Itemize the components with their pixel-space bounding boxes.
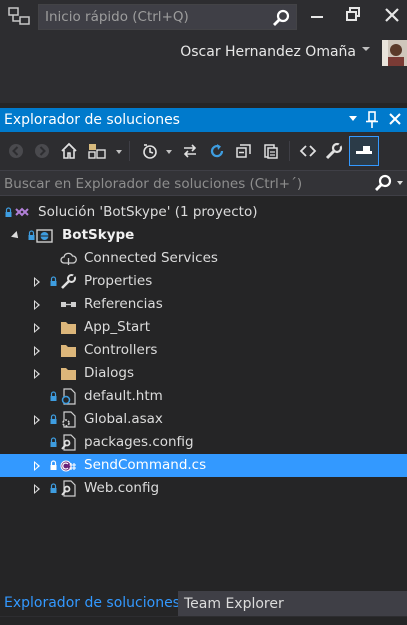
references-icon <box>61 302 76 307</box>
tree-item[interactable]: Controllers <box>0 339 407 362</box>
config-file-icon <box>61 480 76 497</box>
refresh-icon[interactable] <box>206 140 228 162</box>
tree-item[interactable]: Web.config <box>0 477 407 500</box>
tree-item[interactable]: Referencias <box>0 293 407 316</box>
tree-item[interactable]: Connected Services <box>0 247 407 270</box>
lock-icon <box>50 276 57 286</box>
tree-item-label: BotSkype <box>62 227 135 243</box>
toolbar-separator <box>129 141 130 161</box>
quick-launch-input[interactable] <box>45 8 260 26</box>
pin-icon[interactable] <box>365 111 379 129</box>
collapse-all-icon[interactable] <box>233 140 255 162</box>
wrench-icon <box>61 274 76 289</box>
solution-icon <box>15 207 29 217</box>
lock-icon <box>50 460 57 470</box>
tree-item[interactable]: default.htm <box>0 385 407 408</box>
web-project-icon <box>36 229 53 243</box>
panel-header: Explorador de soluciones <box>0 108 407 132</box>
close-panel-icon[interactable] <box>388 112 402 126</box>
back-icon[interactable] <box>5 140 27 162</box>
collapsed-arrow-icon[interactable] <box>34 346 40 356</box>
collapsed-arrow-icon[interactable] <box>34 300 40 310</box>
tree-item-label: default.htm <box>84 388 163 404</box>
folder-icon <box>61 345 76 357</box>
tree-item-label: Properties <box>84 273 153 289</box>
collapsed-arrow-icon[interactable] <box>34 461 40 471</box>
tree-item-label: Referencias <box>84 296 163 312</box>
vs-feedback-icon[interactable] <box>8 7 30 27</box>
tree-item[interactable]: Dialogs <box>0 362 407 385</box>
switch-views-icon[interactable] <box>86 140 108 162</box>
restore-button[interactable] <box>344 6 362 24</box>
lock-icon <box>5 207 12 217</box>
tab-solution-explorer[interactable]: Explorador de soluciones <box>0 591 184 616</box>
lock-icon <box>50 414 57 424</box>
collapsed-arrow-icon[interactable] <box>34 369 40 379</box>
tab-team-explorer[interactable]: Team Explorer <box>178 591 407 616</box>
tree-item-project[interactable]: BotSkype <box>0 224 407 247</box>
tree-item[interactable]: Properties <box>0 270 407 293</box>
show-all-files-icon[interactable] <box>260 140 282 162</box>
avatar[interactable] <box>382 40 407 66</box>
folder-icon <box>61 322 76 334</box>
tree-item-label: Dialogs <box>84 365 135 381</box>
html-file-icon <box>61 388 76 405</box>
home-icon[interactable] <box>58 140 80 162</box>
tree-item-label: Controllers <box>84 342 158 358</box>
collapsed-arrow-icon[interactable] <box>34 415 40 425</box>
forward-icon[interactable] <box>31 140 53 162</box>
tree-item-solution[interactable]: Solución 'BotSkype' (1 proyecto) <box>0 201 407 224</box>
folder-icon <box>61 368 76 380</box>
tree-item[interactable]: App_Start <box>0 316 407 339</box>
window-position-dropdown-icon[interactable] <box>349 116 357 121</box>
tree-item-label: Web.config <box>84 480 160 496</box>
tree-item[interactable]: Global.asax <box>0 408 407 431</box>
solution-search-box[interactable] <box>0 170 407 196</box>
lock-icon <box>50 437 57 447</box>
tree-item-label: Solución 'BotSkype' (1 proyecto) <box>38 204 258 220</box>
config-file-icon <box>61 434 76 451</box>
connected-services-icon <box>60 252 77 265</box>
view-code-icon[interactable] <box>297 140 319 162</box>
panel-title: Explorador de soluciones <box>4 112 180 128</box>
close-window-button[interactable] <box>382 5 402 25</box>
properties-icon[interactable] <box>323 140 345 162</box>
switch-views-dropdown-icon[interactable] <box>116 150 122 154</box>
tree-item-label: packages.config <box>84 434 194 450</box>
solution-search-input[interactable] <box>4 175 364 193</box>
collapsed-arrow-icon[interactable] <box>34 484 40 494</box>
account-dropdown-icon[interactable] <box>362 47 370 51</box>
collapsed-arrow-icon[interactable] <box>34 323 40 333</box>
minimize-button[interactable] <box>311 16 323 18</box>
preview-selected-icon[interactable] <box>349 136 379 166</box>
tree-item-label: Global.asax <box>84 411 163 427</box>
search-icon[interactable] <box>272 9 290 27</box>
csharp-file-icon <box>60 460 76 472</box>
lock-icon <box>28 230 35 240</box>
tree-item-label: Connected Services <box>84 250 218 266</box>
account-name[interactable]: Oscar Hernandez Omaña <box>160 44 356 60</box>
tree-item[interactable]: packages.config <box>0 431 407 454</box>
asax-file-icon <box>62 411 76 428</box>
toolbar-separator <box>289 141 290 161</box>
tree-item-selected[interactable]: SendCommand.cs <box>0 454 407 477</box>
sync-icon[interactable] <box>179 140 201 162</box>
collapsed-arrow-icon[interactable] <box>34 277 40 287</box>
lock-icon <box>50 391 57 401</box>
pending-changes-filter-icon[interactable] <box>139 140 161 162</box>
search-icon[interactable] <box>374 174 392 192</box>
filter-dropdown-icon[interactable] <box>166 150 172 154</box>
quick-launch-box[interactable] <box>38 4 297 30</box>
lock-icon <box>50 483 57 493</box>
expanded-arrow-icon[interactable] <box>11 231 21 241</box>
tree-item-label: App_Start <box>84 319 151 335</box>
search-options-dropdown-icon[interactable] <box>397 181 403 185</box>
tree-item-label: SendCommand.cs <box>84 457 207 473</box>
